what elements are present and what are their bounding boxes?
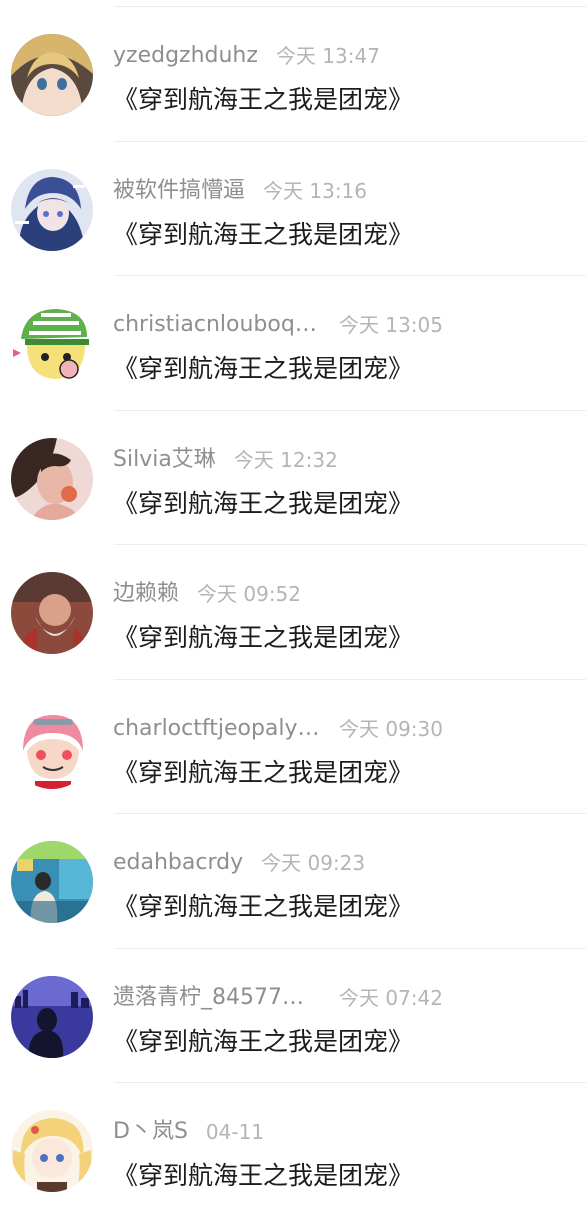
comment-meta: Silvia艾琳 今天 12:32	[113, 445, 583, 475]
username[interactable]: 被软件搞懵逼	[113, 176, 245, 206]
book-title[interactable]: 《穿到航海王之我是团宠》	[113, 487, 413, 521]
timestamp: 04-11	[205, 1120, 265, 1144]
comment-row[interactable]: 遗落青柠_84577… 今天 07:42 《穿到航海王之我是团宠》	[0, 949, 586, 1084]
user-avatar[interactable]	[11, 572, 93, 654]
book-title[interactable]: 《穿到航海王之我是团宠》	[113, 621, 413, 655]
comment-feed: yzedgzhduhz 今天 13:47 《穿到航海王之我是团宠》 被软件搞懵逼今…	[0, 7, 586, 1218]
comment-meta: 遗落青柠_84577… 今天 07:42	[113, 983, 583, 1013]
comment-row[interactable]: D丶岚S 04-11 《穿到航海王之我是团宠》	[0, 1083, 586, 1218]
timestamp: 今天 09:23	[261, 851, 366, 875]
comment-meta: 被软件搞懵逼 今天 13:16	[113, 176, 583, 206]
user-avatar[interactable]	[11, 34, 93, 116]
comment-row[interactable]: edahbacrdy 今天 09:23 《穿到航海王之我是团宠》	[0, 814, 586, 949]
book-title[interactable]: 《穿到航海王之我是团宠》	[113, 756, 413, 790]
user-avatar[interactable]	[11, 975, 93, 1058]
timestamp: 今天 07:42	[339, 985, 443, 1010]
comment-meta: 边赖赖 今天 09:52	[113, 579, 583, 609]
user-avatar[interactable]	[11, 706, 93, 789]
comment-meta: edahbacrdy 今天 09:23	[113, 848, 583, 878]
timestamp: 今天 13:05	[339, 313, 443, 337]
comment-meta: yzedgzhduhz 今天 13:47	[113, 41, 583, 71]
user-avatar[interactable]	[11, 1110, 93, 1192]
username[interactable]: 边赖赖	[113, 579, 179, 609]
username[interactable]: christiacnlouboq…	[113, 310, 321, 340]
comment-meta: D丶岚S 04-11	[113, 1117, 583, 1147]
timestamp: 今天 09:30	[339, 716, 443, 741]
comment-row[interactable]: christiacnlouboq… 今天 13:05 《穿到航海王之我是团宠》	[0, 276, 586, 411]
book-title[interactable]: 《穿到航海王之我是团宠》	[113, 83, 413, 117]
comment-row[interactable]: 边赖赖 今天 09:52 《穿到航海王之我是团宠》	[0, 545, 586, 680]
username[interactable]: Silvia艾琳	[113, 445, 216, 475]
username[interactable]: yzedgzhduhz	[113, 41, 258, 71]
username[interactable]: edahbacrdy	[113, 848, 243, 878]
timestamp: 今天 13:16	[263, 178, 368, 203]
comment-row[interactable]: yzedgzhduhz 今天 13:47 《穿到航海王之我是团宠》	[0, 7, 586, 142]
comment-row[interactable]: 被软件搞懵逼 今天 13:16 《穿到航海王之我是团宠》	[0, 142, 586, 277]
book-title[interactable]: 《穿到航海王之我是团宠》	[113, 352, 413, 386]
user-avatar[interactable]	[11, 437, 93, 520]
book-title[interactable]: 《穿到航海王之我是团宠》	[113, 218, 413, 252]
user-avatar[interactable]	[11, 303, 93, 385]
timestamp: 今天 09:52	[197, 582, 302, 606]
username[interactable]: D丶岚S	[113, 1117, 188, 1147]
comment-meta: christiacnlouboq… 今天 13:05	[113, 310, 583, 340]
username[interactable]: 遗落青柠_84577…	[113, 983, 321, 1013]
book-title[interactable]: 《穿到航海王之我是团宠》	[113, 1025, 413, 1059]
user-avatar[interactable]	[11, 841, 93, 923]
timestamp: 今天 13:47	[275, 44, 380, 68]
comment-row[interactable]: Silvia艾琳 今天 12:32 《穿到航海王之我是团宠》	[0, 411, 586, 546]
username[interactable]: charloctftjeopaly…	[113, 714, 321, 744]
timestamp: 今天 12:32	[233, 447, 338, 472]
comment-row[interactable]: charloctftjeopaly… 今天 09:30 《穿到航海王之我是团宠》	[0, 680, 586, 815]
user-avatar[interactable]	[11, 168, 93, 251]
comment-meta: charloctftjeopaly… 今天 09:30	[113, 714, 583, 744]
book-title[interactable]: 《穿到航海王之我是团宠》	[113, 890, 413, 924]
book-title[interactable]: 《穿到航海王之我是团宠》	[113, 1159, 413, 1193]
